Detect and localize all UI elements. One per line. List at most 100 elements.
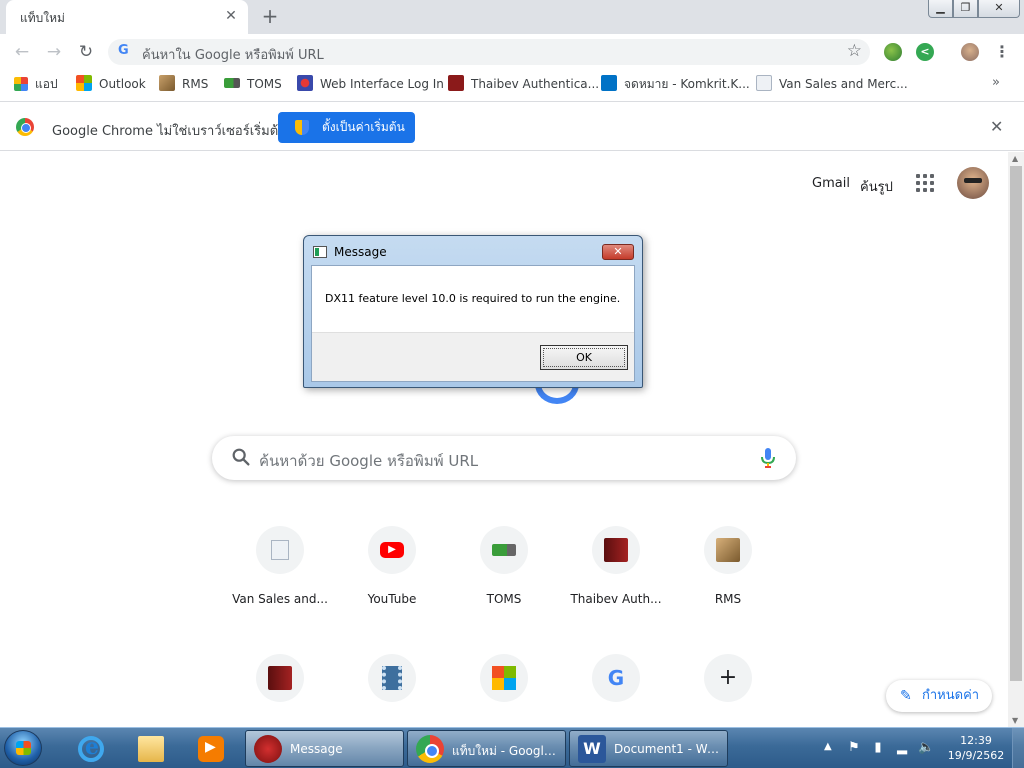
bookmark-mail[interactable]: จดหมาย - Komkrit.K... [601, 75, 750, 93]
shortcut-tile[interactable]: RMS [672, 526, 784, 626]
search-icon [232, 448, 250, 466]
shortcut-tile[interactable]: Van Sales and... [224, 526, 336, 626]
tab-close-icon[interactable]: ✕ [222, 7, 240, 25]
customize-button[interactable]: ✎ กำหนดค่า [886, 680, 992, 712]
new-tab-button[interactable]: + [258, 5, 282, 29]
address-bar[interactable]: G ค้นหาใน Google หรือพิมพ์ URL ☆ [108, 39, 870, 65]
film-icon [382, 666, 402, 690]
shortcut-tile[interactable] [448, 654, 560, 727]
microphone-icon[interactable] [760, 447, 776, 469]
bookmark-web-interface[interactable]: Web Interface Log In [297, 75, 444, 93]
shortcut-tile[interactable]: TOMS [448, 526, 560, 626]
gmail-link[interactable]: Gmail [812, 176, 850, 191]
back-arrow-icon[interactable]: ← [9, 39, 35, 65]
infobar-message: Google Chrome ไม่ใช่เบราว์เซอร์เริ่มต้น [52, 124, 288, 139]
tile-label: Van Sales and... [232, 592, 328, 606]
add-shortcut-tile[interactable]: + [672, 654, 784, 727]
images-link[interactable]: ค้นรูป [860, 176, 893, 197]
forward-arrow-icon[interactable]: → [41, 39, 67, 65]
tile-icon-circle: G [592, 654, 640, 702]
power-icon[interactable]: ▮ [870, 740, 886, 756]
ntp-search-box[interactable]: ค้นหาด้วย Google หรือพิมพ์ URL [212, 436, 796, 480]
scrollbar-thumb[interactable] [1010, 166, 1022, 681]
start-button[interactable] [4, 730, 42, 766]
account-avatar[interactable] [957, 167, 989, 199]
shortcut-tile[interactable] [336, 654, 448, 727]
bookmark-van-sales[interactable]: Van Sales and Merc... [756, 75, 908, 93]
taskbar-item-message[interactable]: Message [245, 730, 404, 767]
scroll-up-arrow-icon[interactable]: ▲ [1012, 154, 1018, 163]
document-icon [271, 540, 289, 560]
file-explorer-pin[interactable] [126, 731, 176, 766]
bookmark-star-icon[interactable]: ☆ [847, 41, 862, 61]
bookmark-thaibev[interactable]: Thaibev Authentica... [448, 75, 599, 93]
media-player-icon [198, 736, 224, 762]
shortcut-tile[interactable]: Thaibev Auth... [560, 526, 672, 626]
tile-icon-circle [480, 654, 528, 702]
plus-icon: + [718, 665, 738, 690]
show-hidden-icons-icon[interactable]: ▲ [824, 741, 832, 752]
flag-icon[interactable]: ⚑ [846, 740, 862, 756]
boxes-icon [716, 538, 740, 562]
profile-avatar[interactable] [961, 43, 979, 61]
chrome-logo-icon [16, 118, 34, 136]
infobar-close-icon[interactable]: ✕ [990, 117, 1003, 136]
set-default-label: ตั้งเป็นค่าเริ่มต้น [322, 120, 405, 134]
shortcut-tile[interactable] [224, 654, 336, 727]
reload-icon[interactable]: ↻ [73, 39, 99, 65]
taskbar-item-label: แท็บใหม่ - Google ... [452, 744, 562, 758]
share-extension-icon[interactable]: < [916, 43, 934, 61]
apps-grid-icon [14, 77, 28, 91]
bookmark-outlook[interactable]: Outlook [76, 75, 146, 93]
window-minimize-button[interactable]: ▁ [928, 0, 953, 18]
chrome-logo-icon [416, 735, 444, 763]
globe-extension-icon[interactable] [884, 43, 902, 61]
dialog-title: Message [334, 245, 387, 259]
media-player-pin[interactable] [186, 731, 236, 766]
heart-app-icon [254, 735, 282, 763]
bookmark-rms[interactable]: RMS [159, 75, 208, 93]
bookmark-apps[interactable]: แอป [14, 75, 58, 93]
internet-explorer-pin[interactable] [66, 731, 116, 766]
shortcut-tile[interactable]: G [560, 654, 672, 727]
window-app-icon [313, 246, 327, 258]
volume-icon[interactable]: 🔈 [918, 740, 934, 756]
tile-label: Thaibev Auth... [570, 592, 662, 606]
default-browser-infobar: Google Chrome ไม่ใช่เบราว์เซอร์เริ่มต้น … [0, 101, 1024, 151]
kebab-menu-icon[interactable]: ⋮ [994, 42, 1010, 62]
bookmarks-overflow-icon[interactable]: » [992, 75, 1000, 90]
tile-label: TOMS [486, 592, 522, 606]
shortcut-tile[interactable]: ▶ YouTube [336, 526, 448, 626]
taskbar-item-label: Document1 - Word [614, 742, 724, 756]
windows-taskbar: Message แท็บใหม่ - Google ... W Document… [0, 727, 1024, 768]
book-icon [604, 538, 628, 562]
tile-label: YouTube [367, 592, 417, 606]
ok-button[interactable]: OK [540, 345, 628, 370]
google-apps-icon[interactable] [916, 174, 934, 192]
system-clock[interactable]: 12:39 19/9/2562 [944, 733, 1008, 763]
tile-icon-circle [704, 526, 752, 574]
dialog-close-button[interactable]: ✕ [602, 244, 634, 260]
bookmark-label: RMS [182, 77, 209, 91]
dialog-message: DX11 feature level 10.0 is required to r… [325, 292, 621, 305]
window-maximize-button[interactable]: ❐ [953, 0, 978, 18]
set-default-button[interactable]: ตั้งเป็นค่าเริ่มต้น [278, 112, 415, 143]
taskbar-item-chrome[interactable]: แท็บใหม่ - Google ... [407, 730, 566, 767]
page-scrollbar[interactable]: ▲ ▼ [1008, 152, 1024, 727]
show-desktop-button[interactable] [1012, 728, 1024, 768]
tile-icon-circle: ▶ [368, 526, 416, 574]
scroll-down-arrow-icon[interactable]: ▼ [1012, 716, 1018, 725]
bookmark-label: Thaibev Authentica... [471, 77, 600, 91]
internet-explorer-icon [78, 734, 104, 762]
window-close-button[interactable]: ✕ [978, 0, 1020, 18]
bookmark-toms[interactable]: TOMS [224, 75, 282, 93]
truck-icon [492, 544, 516, 556]
google-g-icon: G [607, 666, 625, 690]
outlook-mail-icon [601, 75, 617, 91]
youtube-icon: ▶ [380, 542, 404, 558]
network-signal-icon[interactable]: ▂ [894, 740, 910, 756]
bookmark-label: จดหมาย - Komkrit.K... [624, 77, 750, 91]
taskbar-item-word[interactable]: W Document1 - Word [569, 730, 728, 767]
tab-new-tab[interactable]: แท็บใหม่ ✕ [6, 0, 248, 34]
web-login-icon [297, 75, 313, 91]
